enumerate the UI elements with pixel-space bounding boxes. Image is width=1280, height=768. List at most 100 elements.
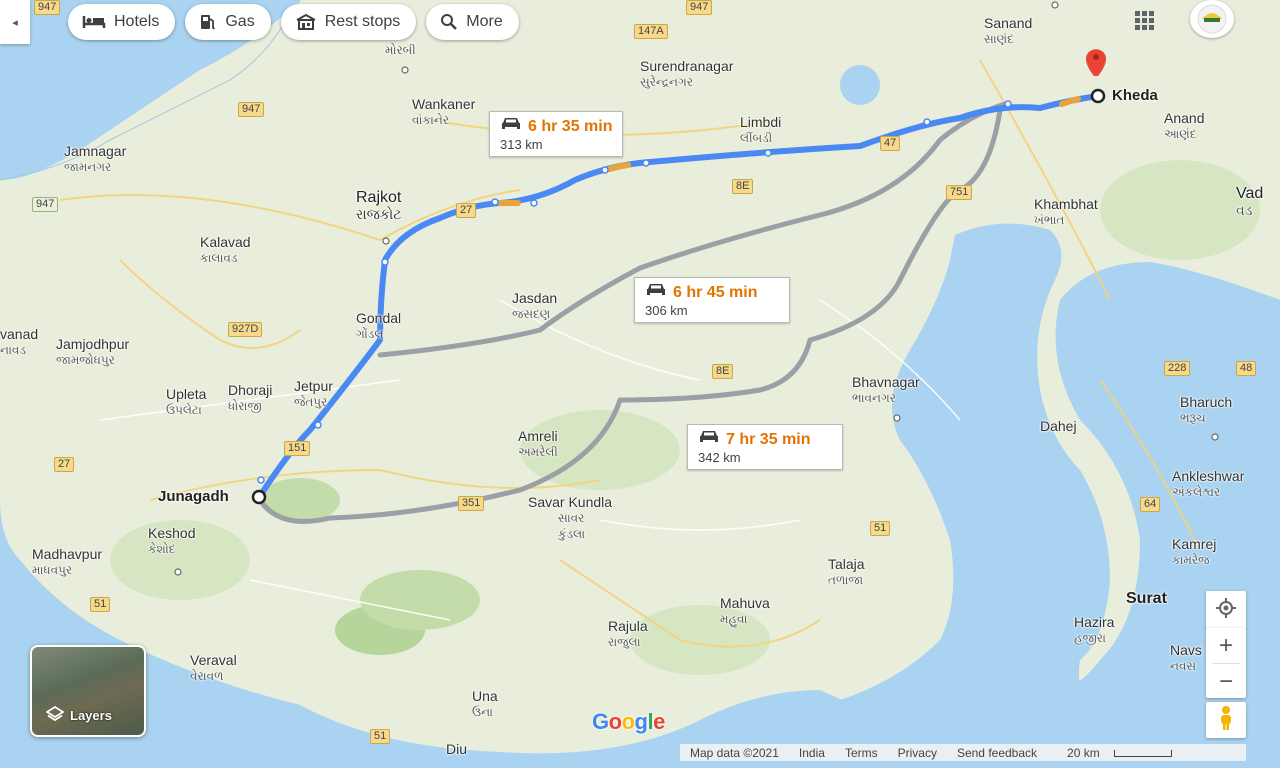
route-distance: 342 km [698,450,741,465]
highway-shield: 751 [946,185,973,200]
minus-icon: − [1218,667,1233,695]
place-rajkot: Rajkot રાજકોટ [356,189,402,223]
rest-stop-icon [295,13,317,31]
car-icon [698,429,720,450]
place-kalavad: Kalavad કાલાવડ [200,234,251,265]
place-mahuva: Mahuva મહુવા [720,595,770,626]
category-chips: Hotels Gas Rest stops More [68,4,519,40]
gas-chip[interactable]: Gas [185,4,271,40]
highway-shield: 64 [1140,497,1161,512]
place-morbi: મોરબી [385,43,416,57]
car-icon [500,116,522,137]
scale-label: 20 km [1067,745,1100,760]
chip-label: More [466,13,503,30]
place-ankleshwar: Ankleshwar અંકલેશ્વર [1172,468,1245,499]
map-data-attribution: Map data ©2021 [690,745,779,760]
place-dahej: Dahej [1040,418,1077,434]
place-jamnagar: Jamnagar જામનગર [64,143,127,174]
send-feedback-link[interactable]: Send feedback [947,746,1047,760]
highway-shield: 27 [456,203,477,218]
place-rajula: Rajula રાજુલા [608,618,648,649]
place-savar-kundla: Savar Kundla સાવર કુંડલા [528,494,613,541]
place-vanad: vanad નાવડ [0,326,39,357]
place-bharuch: Bharuch ભરૂચ [1180,394,1233,425]
place-surat: Surat [1126,590,1167,607]
google-logo: Google [592,709,665,734]
route-bubble-alt-1[interactable]: 6 hr 45 min 306 km [634,277,790,323]
place-navs: Navs નવસ [1170,642,1202,673]
highway-shield: 27 [54,457,75,472]
place-bhavnagar: Bhavnagar ભાવનગર [852,374,920,405]
highway-shield: 8E [732,179,754,194]
rest-stops-chip[interactable]: Rest stops [280,4,417,40]
highway-shield: 947 [686,0,713,15]
route-time: 7 hr 35 min [726,430,811,448]
highway-shield: 51 [370,729,391,744]
place-hazira: Hazira હજીરા [1074,614,1115,645]
place-vad: Vad વડ [1236,185,1264,219]
highway-shield: 927D [228,322,263,337]
route-bubble-primary[interactable]: 6 hr 35 min 313 km [489,111,624,157]
layers-icon [45,705,65,725]
plus-icon: + [1218,631,1233,659]
place-jasdan: Jasdan જસદણ [512,290,558,321]
crosshair-icon [1216,597,1236,623]
place-anand: Anand આણંદ [1164,110,1205,141]
layers-toggle[interactable]: Layers [30,645,146,737]
route-time: 6 hr 45 min [673,283,758,301]
route-bubble-alt-2[interactable]: 7 hr 35 min 342 km [687,424,843,470]
chip-label: Rest stops [324,13,401,30]
account-avatar[interactable] [1190,0,1234,38]
place-kamrej: Kamrej કામરેજ [1172,536,1217,567]
highway-shield: 51 [870,521,891,536]
map-footer: Map data ©2021 India Terms Privacy Send … [680,744,1246,761]
place-upleta: Upleta ઉપલેટા [166,386,207,417]
place-diu: Diu [446,741,468,757]
highway-shield: 947 [32,197,59,212]
search-icon [440,13,458,31]
highway-shield: 51 [90,597,111,612]
pegman-icon [1217,705,1235,736]
gas-pump-icon [199,13,217,31]
route-distance: 313 km [500,137,543,152]
my-location-button[interactable] [1206,591,1246,629]
zoom-control: + − [1206,628,1246,698]
zoom-in-button[interactable]: + [1206,628,1246,663]
bed-icon [82,14,106,30]
highway-shield: 151 [284,441,311,456]
country-link[interactable]: India [789,746,835,760]
place-khambhat: Khambhat ખંભાત [1034,196,1098,227]
terms-link[interactable]: Terms [835,746,888,760]
highway-shield: 947 [238,102,265,117]
collapse-panel-button[interactable]: ◂ [0,0,30,44]
place-junagadh[interactable]: Junagadh [158,489,229,505]
place-gondal: Gondal ગોંડલ [356,310,402,341]
map-canvas[interactable]: મોરબી Surendranagar સુરેન્દ્રનગર Wankaner… [0,0,1280,768]
highway-shield: 947 [34,0,61,15]
hotels-chip[interactable]: Hotels [68,4,176,40]
car-icon [645,282,667,303]
zoom-out-button[interactable]: − [1206,664,1246,699]
place-talaja: Talaja તળાજા [828,556,865,587]
place-kheda[interactable]: Kheda [1112,88,1158,104]
place-wankaner: Wankaner વાંકાનેર [412,96,476,127]
highway-shield: 48 [1236,361,1257,376]
chip-label: Gas [225,13,255,30]
route-distance: 306 km [645,303,688,318]
place-veraval: Veraval વેરાવળ [190,652,237,683]
route-time: 6 hr 35 min [528,117,613,135]
street-view-pegman[interactable] [1206,702,1246,738]
privacy-link[interactable]: Privacy [888,746,947,760]
place-surendranagar: Surendranagar સુરેન્દ્રનગર [640,58,734,89]
place-sanand: Sanand સાણંદ [984,15,1033,46]
place-jamjodhpur: Jamjodhpur જામજોધપુર [56,336,130,367]
place-limbdi: Limbdi લીંબડી [740,114,782,145]
apps-grid-icon[interactable] [1130,8,1160,32]
more-chip[interactable]: More [426,4,519,40]
place-keshod: Keshod કેશોદ [148,525,196,556]
chip-label: Hotels [114,13,160,30]
highway-shield: 351 [458,496,485,511]
scale-indicator[interactable]: 20 km [1047,746,1182,760]
place-amreli: Amreli અમરેલી [518,428,558,459]
highway-shield: 147A [634,24,668,39]
